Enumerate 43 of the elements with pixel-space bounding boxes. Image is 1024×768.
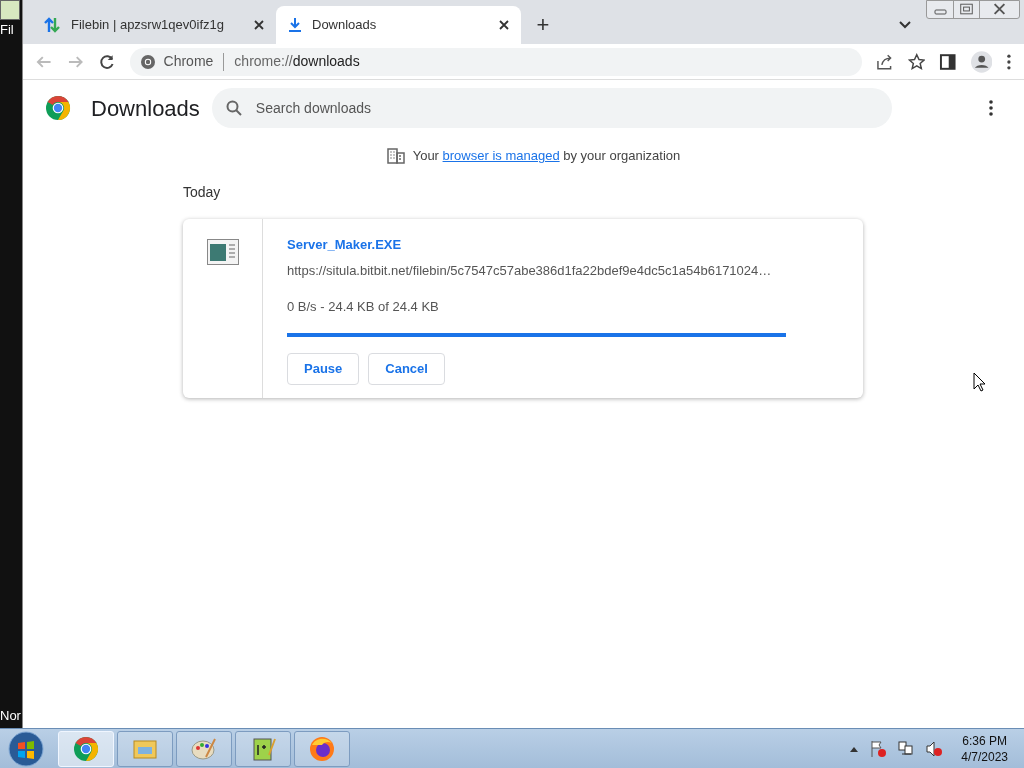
arrows-icon bbox=[43, 16, 61, 34]
network-icon[interactable] bbox=[897, 739, 916, 758]
site-label: Chrome bbox=[163, 52, 214, 71]
search-icon bbox=[225, 100, 242, 116]
reload-icon[interactable] bbox=[98, 52, 116, 71]
page-title: Downloads bbox=[91, 94, 200, 123]
muted-speaker-icon[interactable] bbox=[925, 739, 944, 758]
menu-icon[interactable] bbox=[1006, 52, 1012, 71]
taskbar-button[interactable] bbox=[294, 730, 350, 767]
browser-tab[interactable]: Filebin | apzsrw1qev0ifz1g bbox=[31, 6, 276, 44]
clock-date[interactable]: 4/7/2023 bbox=[961, 748, 1008, 765]
managed-link[interactable]: browser is managed bbox=[442, 148, 560, 163]
tab-search-icon[interactable] bbox=[899, 20, 911, 30]
star-icon[interactable] bbox=[907, 52, 926, 71]
clock-time[interactable]: 6:36 PM bbox=[962, 732, 1007, 749]
start-button[interactable] bbox=[8, 730, 44, 767]
file-icon bbox=[206, 238, 239, 265]
file-name-link[interactable]: Server_Maker.EXE bbox=[287, 236, 402, 253]
mouse-cursor-icon bbox=[973, 372, 987, 392]
download-action-button[interactable]: Pause bbox=[287, 352, 360, 385]
more-icon[interactable] bbox=[988, 99, 994, 117]
firefox-icon bbox=[308, 734, 336, 763]
address-bar[interactable]: Chrome chrome://downloads bbox=[129, 47, 863, 76]
close-tab-icon[interactable] bbox=[499, 20, 509, 30]
search-field[interactable]: Search downloads bbox=[211, 88, 892, 128]
download-action-button[interactable]: Cancel bbox=[368, 352, 445, 385]
download-icon bbox=[288, 17, 302, 33]
building-icon bbox=[386, 147, 405, 164]
managed-notice: Your browser is managed by your organization bbox=[412, 147, 681, 165]
share-icon[interactable] bbox=[876, 52, 894, 71]
window-text: Nor bbox=[0, 708, 22, 724]
side-panel-icon[interactable] bbox=[939, 52, 957, 71]
profile-icon[interactable] bbox=[970, 50, 993, 73]
close-tab-icon[interactable] bbox=[254, 20, 264, 30]
window-text: Fil bbox=[0, 22, 15, 38]
url-text: chrome://downloads bbox=[234, 52, 360, 71]
new-tab-button[interactable]: + bbox=[529, 11, 557, 39]
section-heading: Today bbox=[183, 182, 222, 202]
flag-icon[interactable] bbox=[869, 739, 888, 758]
chrome-logo-icon bbox=[45, 95, 71, 121]
browser-tab[interactable]: Downloads bbox=[276, 6, 521, 44]
download-status: 0 B/s - 24.4 KB of 24.4 KB bbox=[287, 298, 440, 315]
file-url: https://situla.bitbit.net/filebin/5c7547c57abe386d1fa22bdef9e4dc5c1a54b6171024… bbox=[287, 262, 773, 279]
